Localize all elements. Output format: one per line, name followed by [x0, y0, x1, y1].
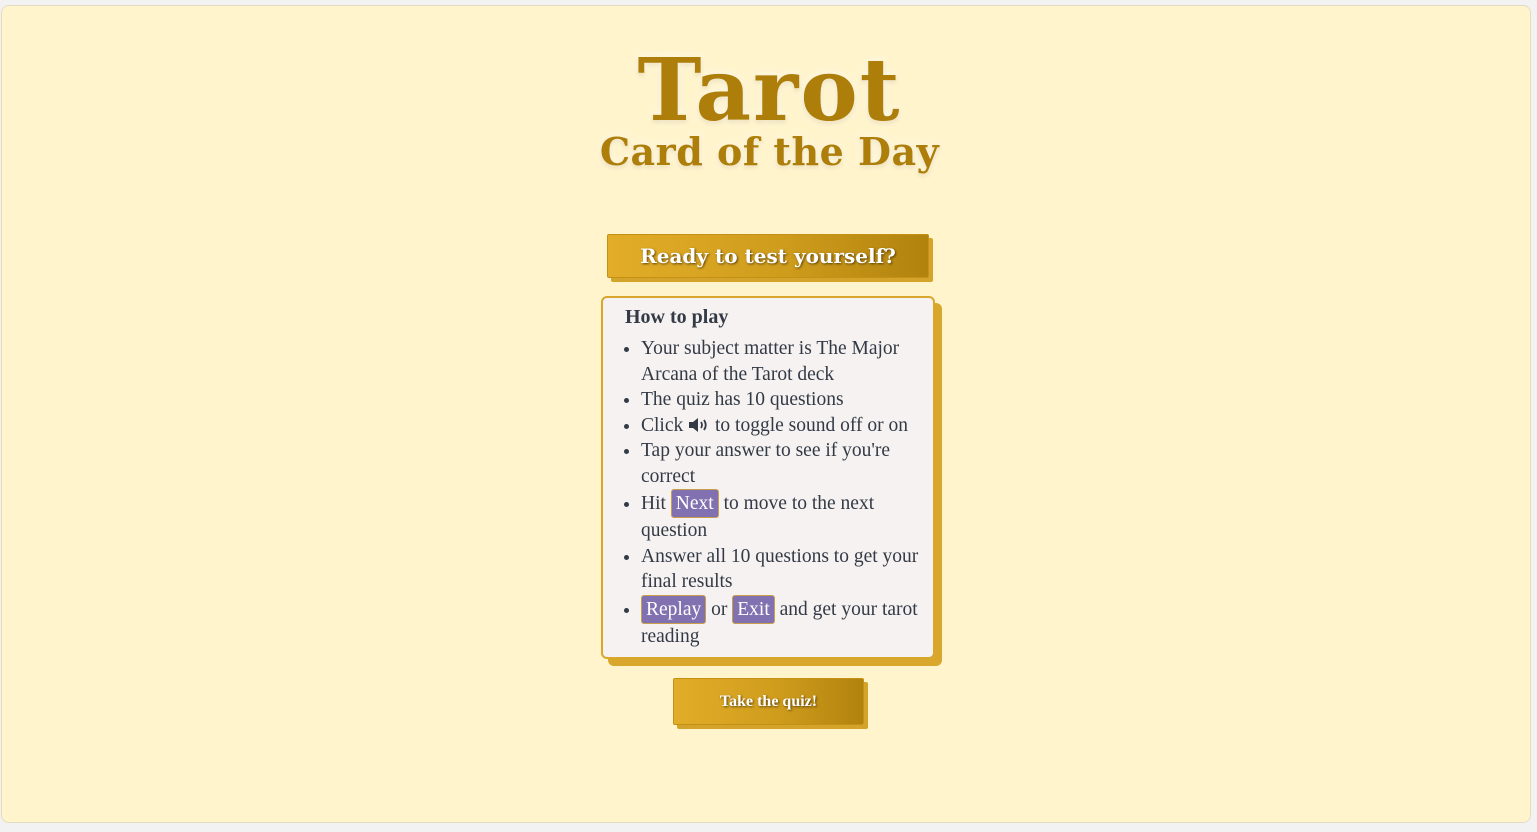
rule-text: Your subject matter is The Major Arcana … — [641, 338, 900, 385]
rule-text: or — [711, 598, 728, 620]
rule-item: Tap your answer to see if you're correct — [641, 438, 935, 489]
exit-pill: Exit — [732, 594, 775, 624]
rule-item: Answer all 10 questions to get your fina… — [641, 544, 935, 595]
tarot-logo: Tarot Card of the Day — [582, 46, 957, 196]
logo-subtitle: Card of the Day — [599, 129, 940, 174]
logo-title: Tarot — [637, 40, 902, 141]
app-frame: Tarot Card of the Day Ready to test your… — [1, 5, 1531, 823]
rule-item: Click to toggle sound off or on — [641, 413, 935, 439]
rule-item: Hit Next to move to the next question — [641, 489, 935, 544]
rule-text: Hit — [641, 493, 666, 514]
rule-text: Answer all 10 questions to get your fina… — [641, 545, 919, 593]
rules-title: How to play — [625, 306, 729, 328]
rules-list: Your subject matter is The Major Arcana … — [617, 336, 935, 649]
intro-heading: Ready to test yourself? — [607, 234, 929, 278]
next-pill: Next — [670, 489, 719, 518]
rule-item: Replay or Exit and get your tarot readin… — [641, 594, 935, 650]
take-quiz-button[interactable]: Take the quiz! — [673, 678, 864, 725]
rule-item: Your subject matter is The Major Arcana … — [641, 336, 935, 387]
rule-text: The quiz has 10 questions — [641, 389, 844, 410]
replay-pill: Replay — [641, 594, 707, 624]
speaker-icon — [688, 415, 710, 432]
how-to-play-card: How to play Your subject matter is The M… — [601, 296, 935, 659]
rule-text: to toggle sound off or on — [715, 414, 909, 436]
rule-text: Tap your answer to see if you're correct — [641, 440, 891, 487]
rule-text: Click — [641, 414, 684, 436]
rule-item: The quiz has 10 questions — [641, 387, 935, 413]
